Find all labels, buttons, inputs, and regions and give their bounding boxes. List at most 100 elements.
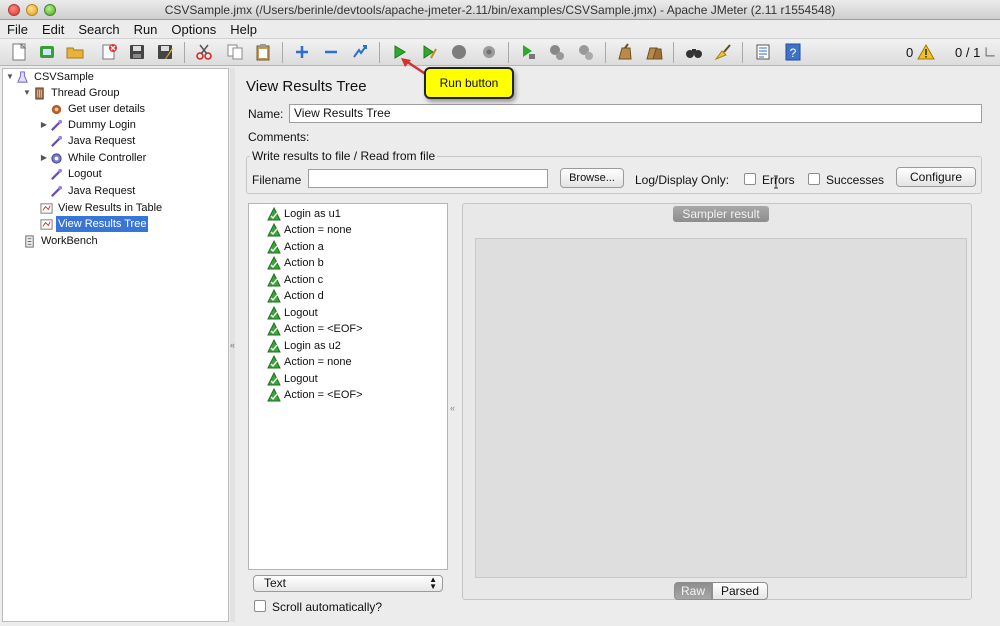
close-file-icon[interactable] — [98, 41, 120, 63]
filename-input[interactable] — [308, 169, 548, 188]
minimize-window-button[interactable] — [26, 4, 38, 16]
result-item[interactable]: Action c — [267, 272, 323, 288]
test-plan-tree: ▼ CSVSample ▼ Thread Group Get user deta… — [2, 68, 229, 622]
save-icon[interactable] — [126, 41, 148, 63]
tree-item-get-user-details[interactable]: Get user details — [49, 101, 147, 117]
result-item[interactable]: Action = <EOF> — [267, 321, 363, 337]
warning-icon[interactable] — [915, 41, 937, 63]
menu-help[interactable]: Help — [223, 20, 264, 39]
sampler-icon — [49, 118, 63, 132]
remote-shutdown-icon[interactable] — [575, 41, 597, 63]
success-icon — [267, 339, 281, 353]
save-as-icon[interactable] — [154, 41, 176, 63]
panel-splitter[interactable]: « — [230, 68, 235, 622]
result-item[interactable]: Action = none — [267, 354, 352, 370]
toggle-icon[interactable] — [349, 41, 371, 63]
toolbar-separator — [673, 42, 674, 63]
result-item[interactable]: Login as u1 — [267, 206, 341, 222]
menu-run[interactable]: Run — [127, 20, 165, 39]
search-binoculars-icon[interactable] — [683, 41, 705, 63]
stop-icon[interactable] — [448, 41, 470, 63]
expand-all-icon[interactable] — [291, 41, 313, 63]
remote-stop-icon[interactable] — [546, 41, 568, 63]
collapse-all-icon[interactable] — [320, 41, 342, 63]
tree-item-java-request[interactable]: Java Request — [49, 133, 137, 149]
result-item[interactable]: Logout — [267, 305, 318, 321]
tab-raw[interactable]: Raw — [674, 582, 712, 600]
view-results-tree-panel: View Results Tree Name: View Results Tre… — [236, 68, 998, 622]
copy-icon[interactable] — [224, 41, 246, 63]
remote-start-icon[interactable] — [517, 41, 539, 63]
sampler-icon — [49, 167, 63, 181]
collapse-arrow-icon[interactable]: ▼ — [5, 69, 15, 85]
new-file-icon[interactable] — [8, 41, 30, 63]
sampler-icon — [49, 134, 63, 148]
splitter-grip-icon[interactable]: « — [230, 340, 235, 350]
listener-icon — [39, 217, 53, 231]
tree-item-java-request-2[interactable]: Java Request — [49, 183, 137, 199]
menu-search[interactable]: Search — [71, 20, 126, 39]
tree-item-logout[interactable]: Logout — [49, 166, 104, 182]
expand-arrow-icon[interactable]: ▶ — [39, 150, 49, 166]
result-item[interactable]: Logout — [267, 371, 318, 387]
help-icon[interactable]: ? — [782, 41, 804, 63]
cut-icon[interactable] — [193, 41, 215, 63]
tree-item-thread-group[interactable]: ▼ Thread Group — [22, 85, 121, 101]
tab-sampler-result[interactable]: Sampler result — [673, 206, 769, 222]
successes-checkbox[interactable] — [808, 173, 820, 185]
window-titlebar: CSVSample.jmx (/Users/berinle/devtools/a… — [0, 0, 1000, 20]
csv-config-icon — [49, 102, 63, 116]
success-icon — [267, 240, 281, 254]
open-folder-icon[interactable] — [64, 41, 86, 63]
result-item[interactable]: Login as u2 — [267, 338, 341, 354]
renderer-select[interactable]: Text ▲ ▼ — [253, 575, 443, 592]
function-helper-icon[interactable] — [752, 41, 774, 63]
close-window-button[interactable] — [8, 4, 20, 16]
tree-item-dummy-login[interactable]: ▶ Dummy Login — [39, 117, 138, 133]
tab-parsed[interactable]: Parsed — [712, 582, 768, 600]
reset-search-icon[interactable] — [712, 41, 734, 63]
comments-field[interactable] — [311, 127, 982, 144]
success-icon — [267, 289, 281, 303]
errors-checkbox[interactable] — [744, 173, 756, 185]
menu-options[interactable]: Options — [164, 20, 223, 39]
controller-icon — [49, 151, 63, 165]
result-item[interactable]: Action = none — [267, 222, 352, 238]
result-item[interactable]: Action = <EOF> — [267, 387, 363, 403]
clear-all-icon[interactable] — [643, 41, 665, 63]
zoom-window-button[interactable] — [44, 4, 56, 16]
paste-icon[interactable] — [252, 41, 274, 63]
clear-icon[interactable] — [614, 41, 636, 63]
result-item[interactable]: Action b — [267, 255, 324, 271]
configure-button[interactable]: Configure — [896, 167, 976, 187]
browse-button[interactable]: Browse... — [560, 168, 624, 188]
scroll-auto-checkbox[interactable] — [254, 600, 266, 612]
success-icon — [267, 207, 281, 221]
toolbar: ? 0 0 / 1 — [0, 39, 1000, 66]
result-item[interactable]: Action d — [267, 288, 324, 304]
tree-item-csvsample[interactable]: ▼ CSVSample — [5, 69, 96, 85]
run-button-callout: Run button — [424, 67, 514, 99]
sampler-icon — [49, 184, 63, 198]
tree-item-view-results-in-table[interactable]: View Results in Table — [39, 200, 164, 216]
collapse-arrow-icon[interactable]: ▼ — [22, 85, 32, 101]
menu-edit[interactable]: Edit — [35, 20, 71, 39]
name-field[interactable]: View Results Tree — [289, 104, 982, 123]
tree-item-workbench[interactable]: WorkBench — [22, 233, 100, 249]
thread-status-icon — [983, 41, 997, 63]
sampler-result-panel — [462, 203, 972, 600]
tree-item-while-controller[interactable]: ▶ While Controller — [39, 150, 148, 166]
toolbar-separator — [379, 42, 380, 63]
templates-icon[interactable] — [36, 41, 58, 63]
listener-icon — [39, 201, 53, 215]
shutdown-icon[interactable] — [478, 41, 500, 63]
result-item[interactable]: Action a — [267, 239, 324, 255]
success-icon — [267, 223, 281, 237]
results-splitter-grip-icon[interactable]: « — [450, 403, 455, 413]
flask-icon — [15, 70, 29, 84]
menu-file[interactable]: File — [0, 20, 35, 39]
tree-item-view-results-tree[interactable]: View Results Tree — [39, 216, 149, 232]
renderer-select-value: Text — [264, 576, 287, 590]
expand-arrow-icon[interactable]: ▶ — [39, 117, 49, 133]
success-icon — [267, 355, 281, 369]
